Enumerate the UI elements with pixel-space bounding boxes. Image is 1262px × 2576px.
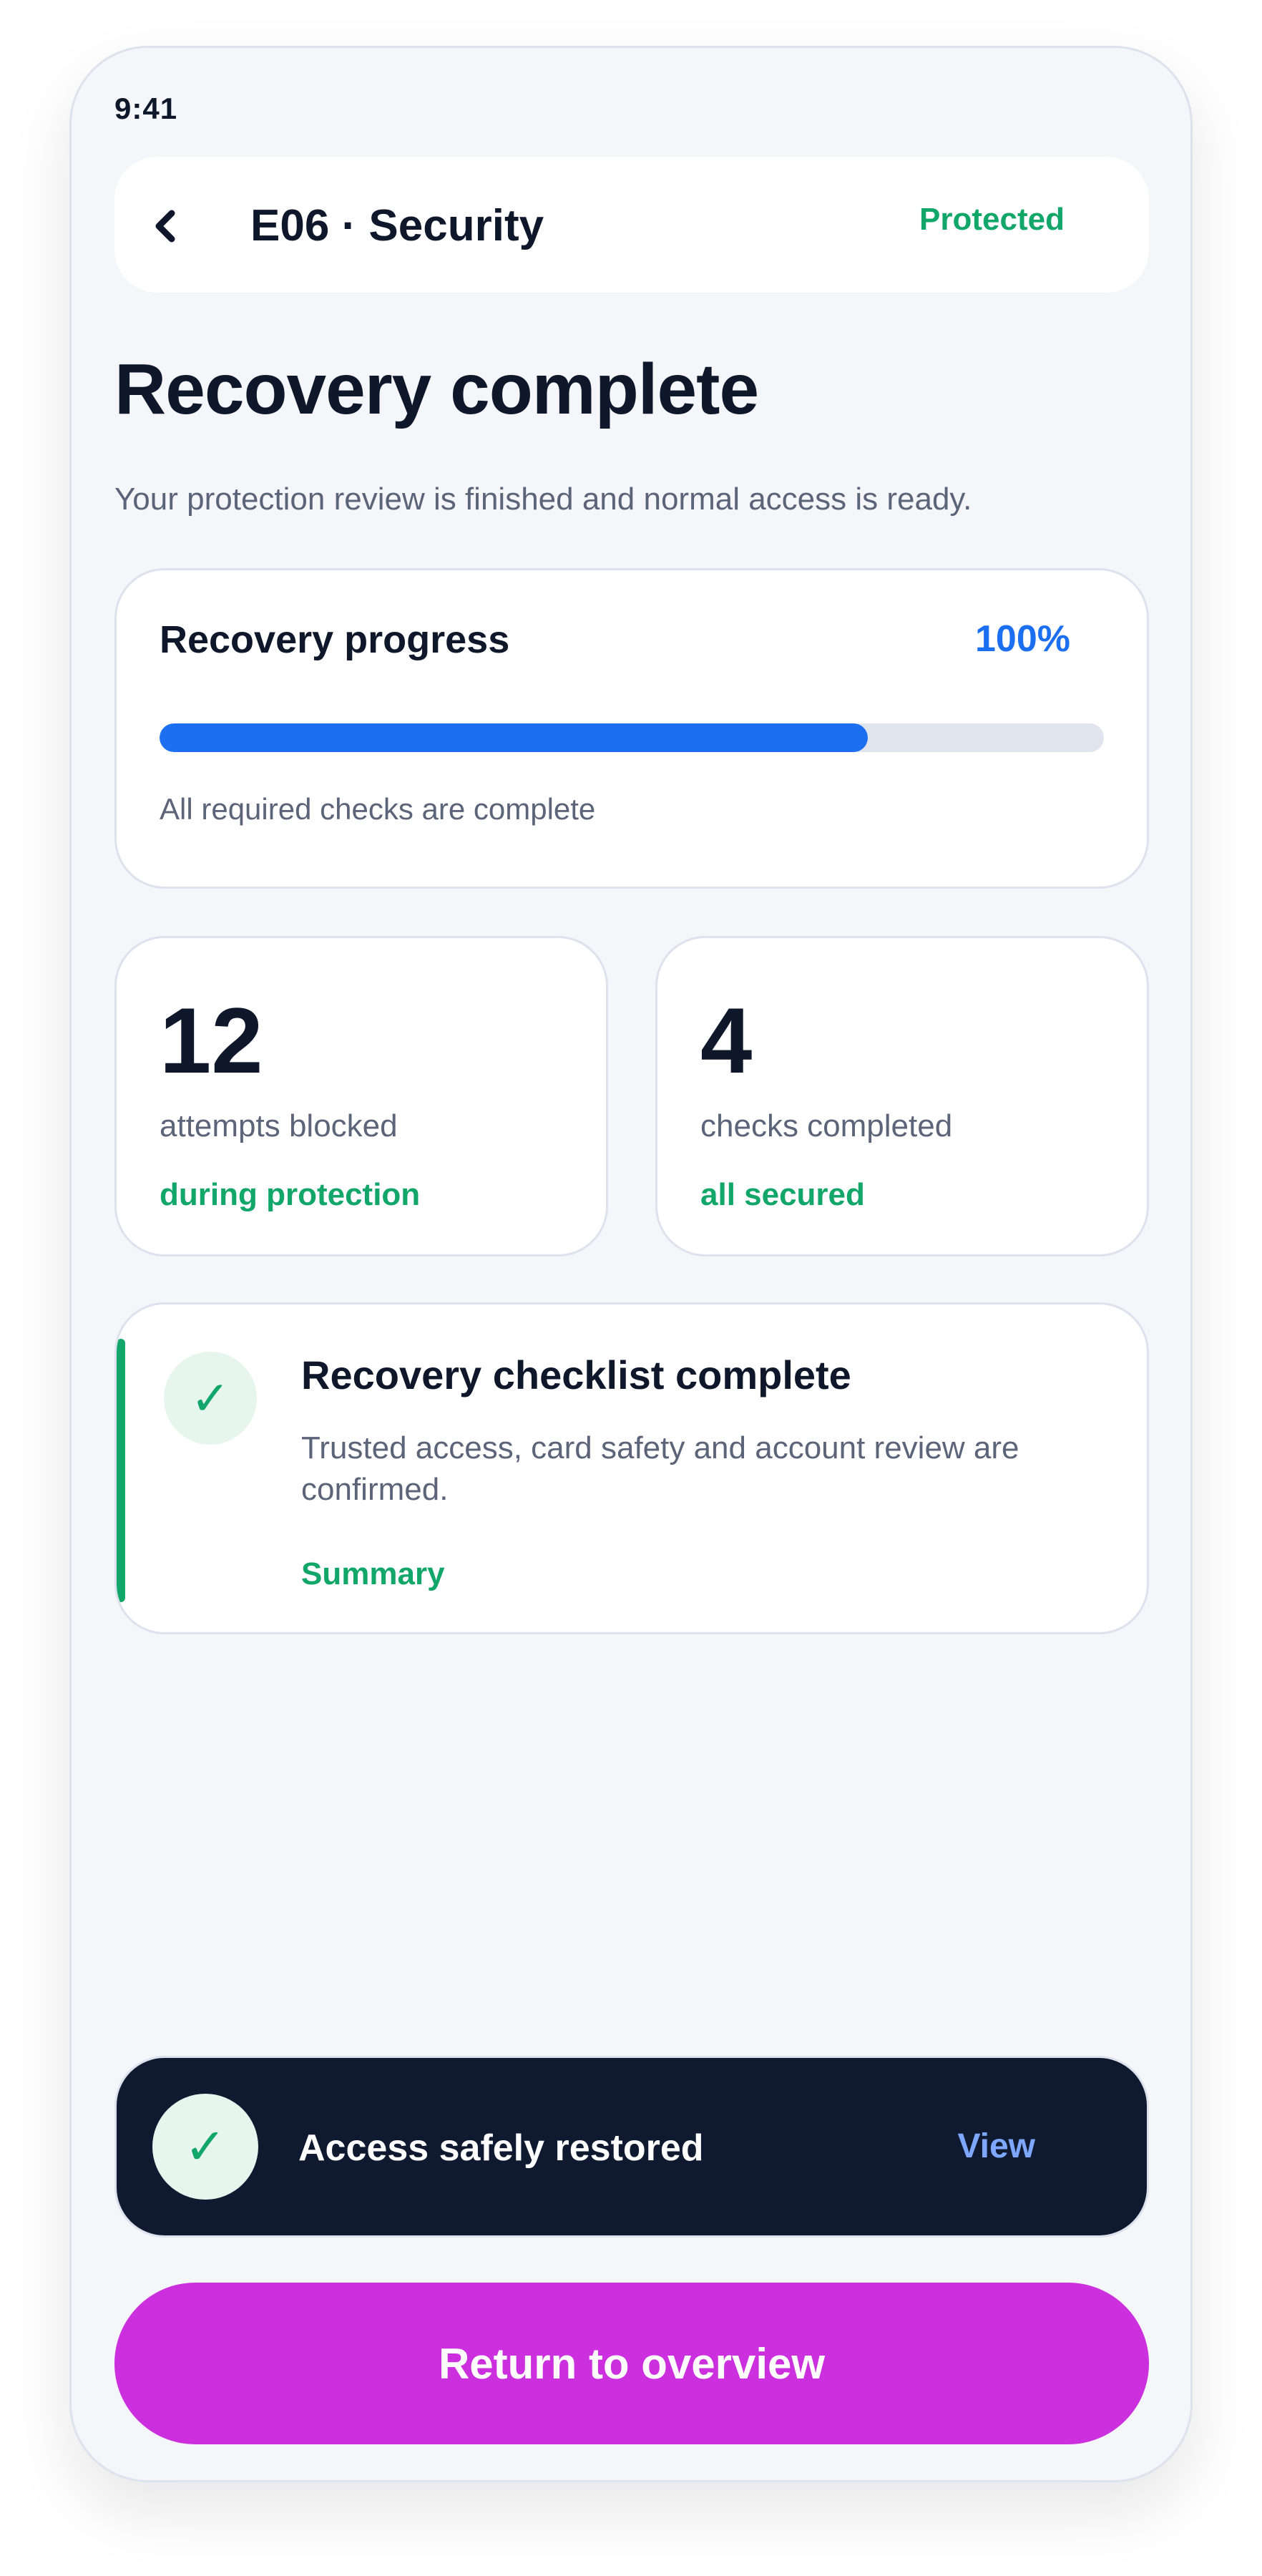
stat-label: attempts blocked [160, 1108, 398, 1143]
progress-bar-fill [160, 723, 868, 752]
check-icon: ✓ [152, 2094, 258, 2200]
top-navigation-bar: E06 · Security Protected [114, 157, 1149, 293]
phone-frame: 9:41 E06 · Security Protected Recovery c… [69, 46, 1193, 2482]
stat-card-checks-completed: 4 checks completed all secured [655, 936, 1149, 1257]
recovery-progress-card: Recovery progress 100% All required chec… [114, 568, 1149, 889]
stat-note: all secured [700, 1177, 865, 1212]
toast-view-link[interactable]: View [957, 2127, 1035, 2166]
checklist-description: Trusted access, card safety and account … [301, 1430, 1019, 1507]
check-icon: ✓ [164, 1352, 257, 1445]
stat-value: 12 [160, 988, 263, 1093]
stat-note: during protection [160, 1177, 421, 1212]
stat-label: checks completed [700, 1108, 953, 1143]
toast-message: Access safely restored [298, 2127, 704, 2169]
access-restored-toast: ✓ Access safely restored View [114, 2056, 1149, 2238]
progress-bar-track [160, 723, 1104, 752]
progress-title: Recovery progress [160, 618, 510, 661]
protection-status: Protected [919, 202, 1065, 237]
stat-card-attempts-blocked: 12 attempts blocked during protection [114, 936, 608, 1257]
recovery-checklist-card: ✓ Recovery checklist complete Trusted ac… [114, 1302, 1149, 1634]
page-subtitle: Your protection review is finished and n… [114, 482, 972, 517]
progress-note: All required checks are complete [160, 792, 596, 826]
summary-link[interactable]: Summary [301, 1556, 445, 1592]
checklist-title: Recovery checklist complete [301, 1352, 851, 1397]
stat-value: 4 [700, 988, 753, 1093]
page-title: Recovery complete [114, 349, 759, 429]
card-accent-bar [117, 1339, 125, 1602]
back-chevron-icon[interactable] [146, 206, 186, 246]
progress-percentage: 100% [975, 618, 1070, 660]
return-to-overview-button[interactable]: Return to overview [114, 2283, 1149, 2444]
screen-title: E06 · Security [250, 201, 544, 250]
status-bar-time: 9:41 [114, 92, 178, 125]
